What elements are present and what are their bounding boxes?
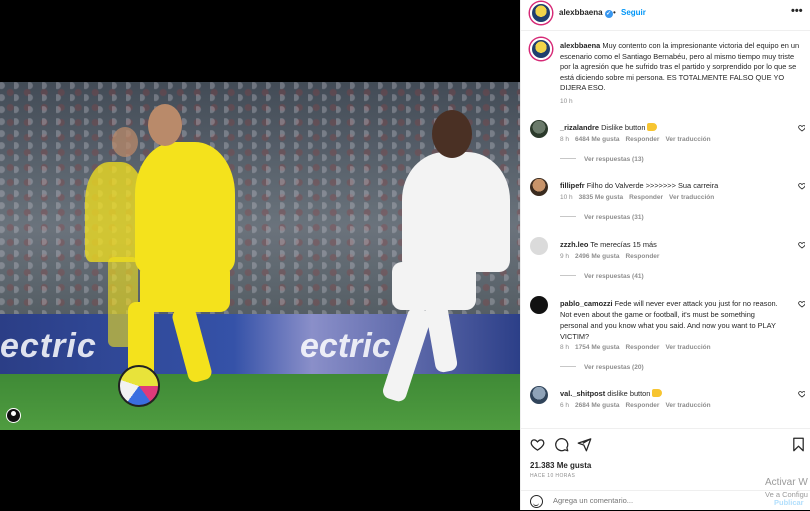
comment-likes[interactable]: 2496 Me gusta xyxy=(575,253,619,260)
post-actions: 21.383 Me gusta HACE 10 HORAS Activar W … xyxy=(521,428,810,510)
photo-pitch xyxy=(0,374,520,430)
comment-meta: 6 h 2684 Me gusta Responder Ver traducción xyxy=(560,402,717,409)
comment-meta: 8 h 6484 Me gusta Responder Ver traducción xyxy=(560,136,717,143)
comment-like-heart-icon[interactable] xyxy=(798,390,805,400)
comment-translate-button[interactable]: Ver traducción xyxy=(665,136,710,143)
comment-avatar[interactable] xyxy=(530,178,548,196)
comment-meta: 9 h 2496 Me gusta Responder xyxy=(560,253,665,260)
comment-like-heart-icon[interactable] xyxy=(798,241,805,251)
comment-likes[interactable]: 3835 Me gusta xyxy=(579,194,623,201)
post-media: ectric ectric xyxy=(0,0,520,510)
photo-player-background-head xyxy=(112,127,138,157)
add-comment-row: Ve a Configu Publicar xyxy=(521,490,810,511)
comment-meta: 10 h 3835 Me gusta Responder Ver traducción xyxy=(560,194,720,201)
add-comment-input[interactable] xyxy=(553,496,753,505)
post-header: alexbbaena ✓ • Seguir ••• xyxy=(521,0,810,31)
view-replies-button[interactable]: Ver respuestas (20) xyxy=(560,364,644,371)
comment-text: Filho do Valverde >>>>>>> Sua carreira xyxy=(586,181,719,190)
comment-text: Te merecías 15 más xyxy=(590,240,657,249)
comment-likes[interactable]: 2684 Me gusta xyxy=(575,402,619,409)
comment-reply-button[interactable]: Responder xyxy=(625,253,659,260)
comment-username[interactable]: fillipefr xyxy=(560,181,585,190)
post-photo[interactable]: ectric ectric xyxy=(0,82,520,430)
comment-reply-button[interactable]: Responder xyxy=(625,402,659,409)
comment-icon[interactable] xyxy=(554,437,569,452)
likes-count[interactable]: 21.383 Me gusta xyxy=(530,461,591,470)
caption-avatar[interactable] xyxy=(530,38,552,60)
comment-avatar[interactable] xyxy=(530,237,548,255)
comment-avatar[interactable] xyxy=(530,120,548,138)
caption-time: 10 h xyxy=(560,98,573,105)
instagram-post-dialog: ectric ectric alexbbaena ✓ • Seguir ••• … xyxy=(0,0,810,510)
post-age: HACE 10 HORAS xyxy=(530,473,576,479)
comment-username[interactable]: val._shitpost xyxy=(560,389,605,398)
comment-reply-button[interactable]: Responder xyxy=(629,194,663,201)
comment-like-heart-icon[interactable] xyxy=(798,182,805,192)
more-icon[interactable]: ••• xyxy=(791,5,803,17)
photo-football xyxy=(118,365,160,407)
publish-button[interactable]: Publicar xyxy=(774,498,804,507)
comment-like-heart-icon[interactable] xyxy=(798,124,805,134)
comment-time: 8 h xyxy=(560,344,570,351)
thumbs-down-emoji-icon xyxy=(647,123,658,131)
post-side-panel: alexbbaena ✓ • Seguir ••• alexbbaena Muy … xyxy=(520,0,810,510)
verified-badge-icon: ✓ xyxy=(604,10,613,18)
author-avatar[interactable] xyxy=(530,2,552,24)
share-icon[interactable] xyxy=(577,437,592,452)
caption-username[interactable]: alexbbaena xyxy=(560,41,600,50)
author-username-text[interactable]: alexbbaena xyxy=(559,8,603,17)
header-separator: • xyxy=(613,8,616,17)
comment-text-block: _rizalandre Dislike button xyxy=(560,122,785,133)
comment-time: 10 h xyxy=(560,194,573,201)
photo-player-yellow-shorts xyxy=(140,262,230,312)
comment-likes[interactable]: 6484 Me gusta xyxy=(575,136,619,143)
comment-text-block: pablo_camozzi Fede will never ever attac… xyxy=(560,298,785,342)
comment-likes[interactable]: 1754 Me gusta xyxy=(575,344,619,351)
comment-like-heart-icon[interactable] xyxy=(798,300,805,310)
photo-ad-text-left: ectric xyxy=(0,327,97,365)
comment-avatar[interactable] xyxy=(530,386,548,404)
photo-player-yellow xyxy=(135,142,235,272)
comment-text-block: val._shitpost dislike button xyxy=(560,388,785,399)
view-replies-button[interactable]: Ver respuestas (41) xyxy=(560,273,644,280)
author-username[interactable]: alexbbaena ✓ xyxy=(559,8,613,18)
comment-list[interactable]: _rizalandre Dislike button 8 h 6484 Me gus… xyxy=(530,118,805,426)
comment-meta: 8 h 1754 Me gusta Responder Ver traducción xyxy=(560,344,717,351)
comment-username[interactable]: pablo_camozzi xyxy=(560,299,613,308)
comment-username[interactable]: _rizalandre xyxy=(560,123,599,132)
thumbs-down-emoji-icon xyxy=(652,389,663,397)
windows-activation-watermark: Activar W xyxy=(765,477,808,488)
view-replies-button[interactable]: Ver respuestas (31) xyxy=(560,214,644,221)
comment-text: Dislike button xyxy=(601,123,646,132)
comment-translate-button[interactable]: Ver traducción xyxy=(669,194,714,201)
comment-text-block: zzzh.leo Te merecías 15 más xyxy=(560,239,785,250)
comment-avatar[interactable] xyxy=(530,296,548,314)
comment-time: 6 h xyxy=(560,402,570,409)
photo-player-yellow-head xyxy=(148,104,182,146)
comment-reply-button[interactable]: Responder xyxy=(625,344,659,351)
comment-text: dislike button xyxy=(607,389,651,398)
comment-translate-button[interactable]: Ver traducción xyxy=(665,344,710,351)
photo-ad-text-right: ectric xyxy=(300,327,391,365)
view-replies-button[interactable]: Ver respuestas (13) xyxy=(560,156,644,163)
comment-time: 9 h xyxy=(560,253,570,260)
comment-text-block: fillipefr Filho do Valverde >>>>>>> Sua … xyxy=(560,180,785,191)
user-tag-icon[interactable] xyxy=(6,408,21,423)
emoji-icon[interactable] xyxy=(530,495,543,508)
photo-player-white-head xyxy=(432,110,472,158)
comment-time: 8 h xyxy=(560,136,570,143)
photo-player-white xyxy=(402,152,510,272)
comment-translate-button[interactable]: Ver traducción xyxy=(665,402,710,409)
comment-username[interactable]: zzzh.leo xyxy=(560,240,588,249)
bookmark-icon[interactable] xyxy=(791,437,806,452)
follow-button[interactable]: Seguir xyxy=(621,8,646,17)
caption-text-block: alexbbaena Muy contento con la impresion… xyxy=(560,41,800,94)
comment-reply-button[interactable]: Responder xyxy=(625,136,659,143)
heart-icon[interactable] xyxy=(530,437,545,452)
